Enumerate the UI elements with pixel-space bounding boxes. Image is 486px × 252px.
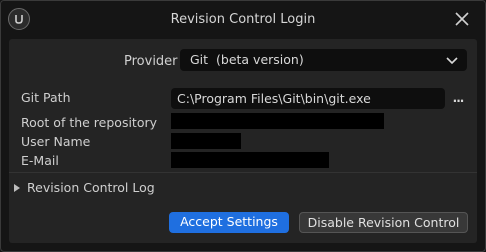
email-label: E-Mail (21, 153, 59, 168)
provider-selected-value: Git (beta version) (190, 52, 304, 67)
revision-control-log-label: Revision Control Log (27, 180, 155, 195)
provider-dropdown[interactable]: Git (beta version) (180, 49, 467, 71)
triangle-right-icon (13, 182, 21, 196)
revision-control-login-dialog: Revision Control Login Provider Git (bet… (0, 0, 486, 252)
title-bar: Revision Control Login (1, 1, 485, 39)
close-icon[interactable] (453, 10, 471, 28)
accept-settings-button[interactable]: Accept Settings (169, 212, 289, 233)
divider (9, 172, 477, 173)
email-value-redacted (171, 152, 329, 168)
settings-panel: Provider Git (beta version) Git Path C:\… (9, 39, 477, 243)
user-name-label: User Name (21, 134, 91, 149)
disable-revision-control-button[interactable]: Disable Revision Control (299, 212, 468, 233)
window-title: Revision Control Login (170, 12, 316, 27)
chevron-down-icon (446, 54, 458, 69)
user-name-value-redacted (171, 133, 241, 149)
repo-root-label: Root of the repository (21, 115, 158, 130)
provider-label: Provider (124, 54, 178, 69)
browse-button[interactable]: ... (449, 91, 467, 105)
git-path-input[interactable]: C:\Program Files\Git\bin\git.exe (171, 88, 445, 109)
repo-root-value-redacted (171, 113, 384, 129)
git-path-label: Git Path (21, 90, 71, 105)
